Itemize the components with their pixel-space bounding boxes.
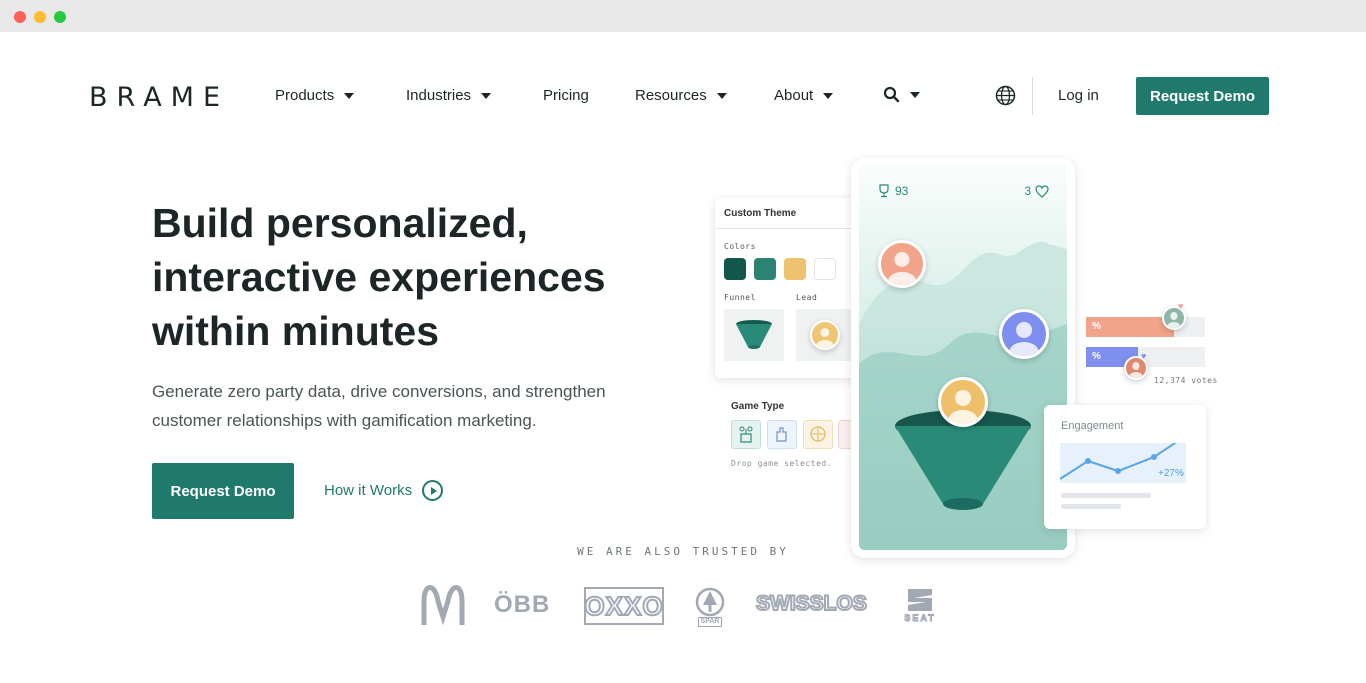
- how-it-works-link[interactable]: How it Works: [324, 480, 444, 501]
- seat-logo-text: SEAT: [904, 613, 936, 624]
- chevron-down-icon: [910, 91, 920, 98]
- trophy-score: 93: [895, 184, 909, 198]
- skeleton-line: [1061, 493, 1151, 498]
- hand-icon: [776, 427, 787, 442]
- plant-icon: [739, 426, 753, 443]
- chevron-down-icon: [823, 92, 834, 99]
- lives-display: 3: [1024, 184, 1049, 198]
- chevron-down-icon: [481, 92, 492, 99]
- chevron-down-icon: [716, 92, 727, 99]
- hero-headline: Build personalized, interactive experien…: [152, 200, 606, 354]
- obb-logo: ÖBB: [494, 591, 551, 618]
- game-type-title: Game Type: [731, 401, 785, 412]
- game-type-option-3[interactable]: [803, 420, 833, 449]
- nav-resources[interactable]: Resources: [635, 87, 727, 104]
- nav-products-label: Products: [275, 87, 335, 104]
- score-display: 93: [877, 184, 908, 198]
- colors-label: Colors: [724, 242, 756, 251]
- spar-logo: SPAR: [693, 587, 727, 629]
- request-demo-nav-button[interactable]: Request Demo: [1136, 77, 1269, 115]
- nav-products[interactable]: Products: [275, 87, 355, 104]
- player-avatar-3: [938, 377, 988, 427]
- nav-search[interactable]: [883, 86, 920, 103]
- brame-logo[interactable]: BRAME: [89, 82, 229, 113]
- game-type-option-1[interactable]: [731, 420, 761, 449]
- game-type-option-2[interactable]: [767, 420, 797, 449]
- seat-s-icon: [908, 589, 932, 611]
- minimize-window-button[interactable]: [34, 11, 46, 23]
- request-demo-hero-button[interactable]: Request Demo: [152, 463, 294, 519]
- trusted-by-label: WE ARE ALSO TRUSTED BY: [577, 545, 789, 558]
- spar-logo-text: SPAR: [697, 617, 723, 627]
- color-swatch-white[interactable]: [814, 258, 836, 280]
- nav-divider: [1032, 77, 1033, 115]
- nav-about[interactable]: About: [774, 87, 834, 104]
- engagement-title: Engagement: [1061, 420, 1124, 432]
- play-icon: [422, 480, 444, 501]
- poll-votes: 12,374 votes: [1154, 376, 1218, 385]
- hero-subtext: Generate zero party data, drive conversi…: [152, 382, 606, 430]
- nav-industries[interactable]: Industries: [406, 87, 492, 104]
- game-type-option-4[interactable]: [838, 420, 851, 449]
- lead-avatar: [810, 320, 840, 350]
- card-divider: [715, 228, 851, 229]
- mcdonalds-logo: [421, 585, 465, 626]
- seat-logo: SEAT: [895, 587, 945, 629]
- nav-pricing-label: Pricing: [543, 87, 589, 104]
- nav-about-label: About: [774, 87, 814, 104]
- heart-icon: ♥: [1178, 301, 1184, 311]
- spar-tree-icon: [695, 587, 725, 617]
- nav-industries-label: Industries: [406, 87, 472, 104]
- player-avatar-2: [999, 309, 1049, 359]
- color-swatch-green[interactable]: [754, 258, 776, 280]
- color-swatch-dark-green[interactable]: [724, 258, 746, 280]
- engagement-change: +27%: [1158, 468, 1184, 479]
- maximize-window-button[interactable]: [54, 11, 66, 23]
- swisslos-logo: SWISSLOS: [755, 591, 868, 616]
- skeleton-line: [1061, 504, 1121, 509]
- login-label: Log in: [1058, 87, 1099, 104]
- login-link[interactable]: Log in: [1058, 87, 1099, 104]
- nav-pricing[interactable]: Pricing: [543, 87, 589, 104]
- poll-bar-1: %: [1086, 317, 1205, 337]
- funnel-option[interactable]: [724, 309, 784, 361]
- funnel-icon: [736, 320, 772, 349]
- phone-screen: 93 3: [859, 164, 1067, 550]
- hills-graphic: [859, 241, 1067, 550]
- lives-count: 3: [1024, 184, 1031, 198]
- oxxo-logo-text: OXXO: [583, 590, 664, 622]
- heart-icon: [1035, 184, 1049, 198]
- wheel-icon: [810, 426, 826, 442]
- chevron-down-icon: [344, 92, 355, 99]
- globe-icon: [995, 85, 1016, 106]
- trophy-icon: [879, 184, 889, 198]
- color-swatch-yellow[interactable]: [784, 258, 806, 280]
- funnel-label: Funnel: [724, 293, 756, 302]
- lead-option[interactable]: [796, 309, 854, 361]
- oxxo-logo: OXXO: [583, 587, 664, 625]
- nav-resources-label: Resources: [635, 87, 707, 104]
- poll-fill-1: %: [1086, 317, 1175, 337]
- browser-titlebar: [0, 0, 1366, 32]
- game-type-hint: Drop game selected.: [731, 459, 833, 468]
- custom-theme-title: Custom Theme: [724, 208, 797, 219]
- language-selector[interactable]: [995, 85, 1016, 106]
- player-avatar-1: [878, 240, 926, 288]
- how-it-works-label: How it Works: [324, 482, 413, 499]
- close-window-button[interactable]: [14, 11, 26, 23]
- search-icon: [883, 86, 900, 103]
- lead-label: Lead: [796, 293, 818, 302]
- heart-icon: ♥: [1141, 351, 1147, 361]
